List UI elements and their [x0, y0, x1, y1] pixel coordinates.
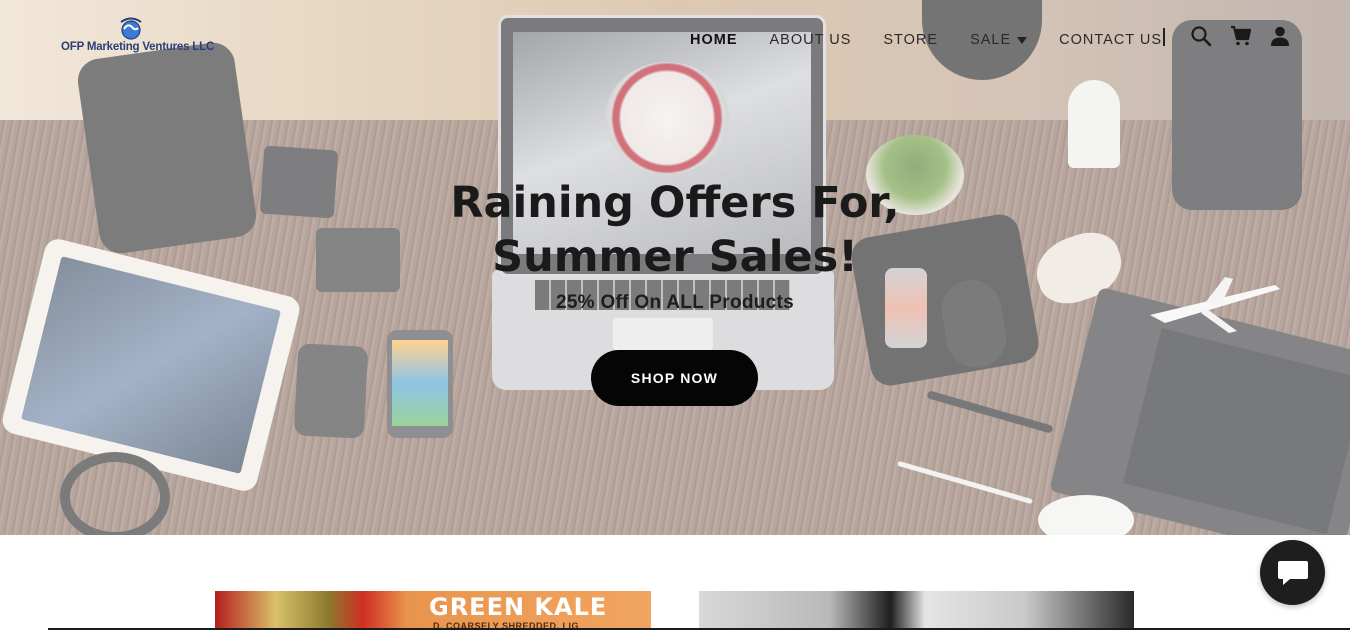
product-card-2[interactable]: [699, 591, 1134, 630]
product-card-1[interactable]: GREEN KALE D, COARSELY SHREDDED, LIG: [215, 591, 651, 630]
hero-subtitle: 25% Off On ALL Products: [555, 292, 795, 313]
hero-content: Raining Offers For, Summer Sales! 25% Of…: [0, 0, 1350, 535]
hero-title: Raining Offers For, Summer Sales!: [0, 176, 1350, 284]
product-card-1-text: GREEN KALE: [429, 593, 608, 621]
shop-now-button[interactable]: SHOP NOW: [591, 350, 758, 406]
hero-title-line-1: Raining Offers For,: [450, 178, 900, 228]
chat-bubble-icon: [1277, 560, 1308, 585]
chat-button[interactable]: [1260, 540, 1325, 605]
hero-title-line-2: Summer Sales!: [492, 232, 858, 282]
